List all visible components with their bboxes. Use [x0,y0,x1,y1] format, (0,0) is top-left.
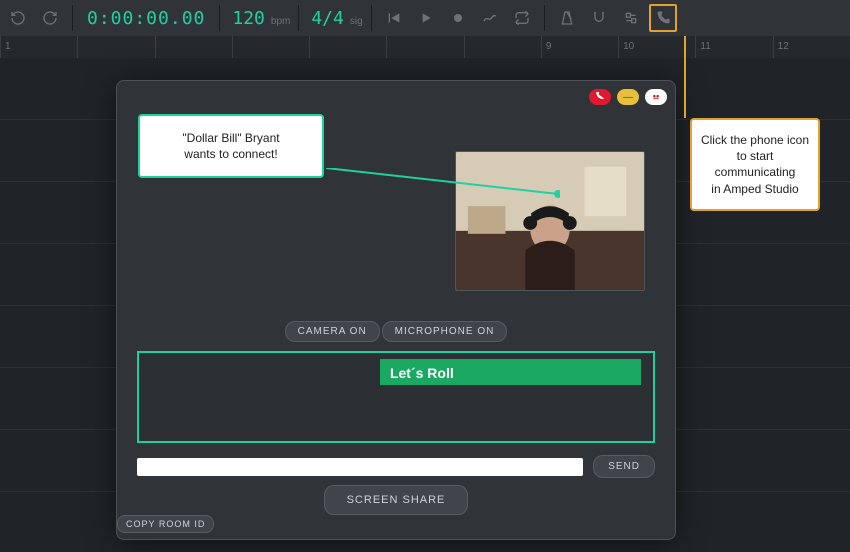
send-button[interactable]: SEND [593,455,655,478]
separator [298,5,299,31]
ruler-tick [77,36,154,58]
screen-share-button[interactable]: SCREEN SHARE [324,485,469,515]
separator [219,5,220,31]
minimize-button[interactable]: — [617,89,639,105]
time-display[interactable]: 0:00:00.00 [81,8,211,29]
undo-button[interactable] [4,4,32,32]
callout-text: "Dollar Bill" Bryant [146,130,316,146]
metronome-button[interactable] [553,4,581,32]
callout-text: Click the phone icon [698,132,812,148]
chat-log: Let´s Roll [137,351,655,443]
microphone-toggle-button[interactable]: MICROPHONE ON [382,321,508,342]
chat-message: Let´s Roll [380,359,641,385]
ruler-tick: 12 [773,36,850,58]
ruler-tick [232,36,309,58]
callout-text: to start [698,148,812,164]
record-button[interactable] [444,4,472,32]
timeline-ruler[interactable]: 1 9 10 11 12 [0,36,850,58]
message-input-row: SEND [137,455,655,478]
phone-tip-callout: Click the phone icon to start communicat… [690,118,820,211]
copy-room-id-button[interactable]: COPY ROOM ID [117,515,214,533]
automation-button[interactable] [476,4,504,32]
close-button[interactable] [645,89,667,105]
snap-button[interactable] [585,4,613,32]
signature-value[interactable]: 4/4 [307,8,348,29]
tempo-value[interactable]: 120 [228,8,269,29]
ruler-tick: 9 [541,36,618,58]
share-row: SCREEN SHARE [117,485,675,515]
ruler-tick [309,36,386,58]
camera-toggle-button[interactable]: CAMERA ON [285,321,380,342]
separator [72,5,73,31]
callout-text: wants to connect! [146,146,316,162]
redo-button[interactable] [36,4,64,32]
remote-video-feed[interactable] [455,151,645,291]
ruler-tick: 11 [695,36,772,58]
media-toggle-row: CAMERA ON MICROPHONE ON [117,321,675,342]
callout-text: communicating [698,164,812,180]
ruler-tick [386,36,463,58]
signature-label: sig [350,16,363,27]
incoming-connect-callout: "Dollar Bill" Bryant wants to connect! [138,114,324,178]
tip-connector-line [684,36,686,118]
tempo-label: bpm [271,16,290,27]
ruler-tick: 1 [0,36,77,58]
go-to-start-button[interactable] [380,4,408,32]
separator [371,5,372,31]
hangup-button[interactable] [589,89,611,105]
panel-window-controls: — [589,89,667,105]
ruler-tick [155,36,232,58]
communicate-phone-button[interactable] [649,4,677,32]
message-input[interactable] [137,458,583,476]
loop-button[interactable] [508,4,536,32]
callout-text: in Amped Studio [698,181,812,197]
play-button[interactable] [412,4,440,32]
transport-bar: 0:00:00.00 120 bpm 4/4 sig [0,0,850,36]
ruler-tick [464,36,541,58]
separator [544,5,545,31]
tool-button[interactable] [617,4,645,32]
